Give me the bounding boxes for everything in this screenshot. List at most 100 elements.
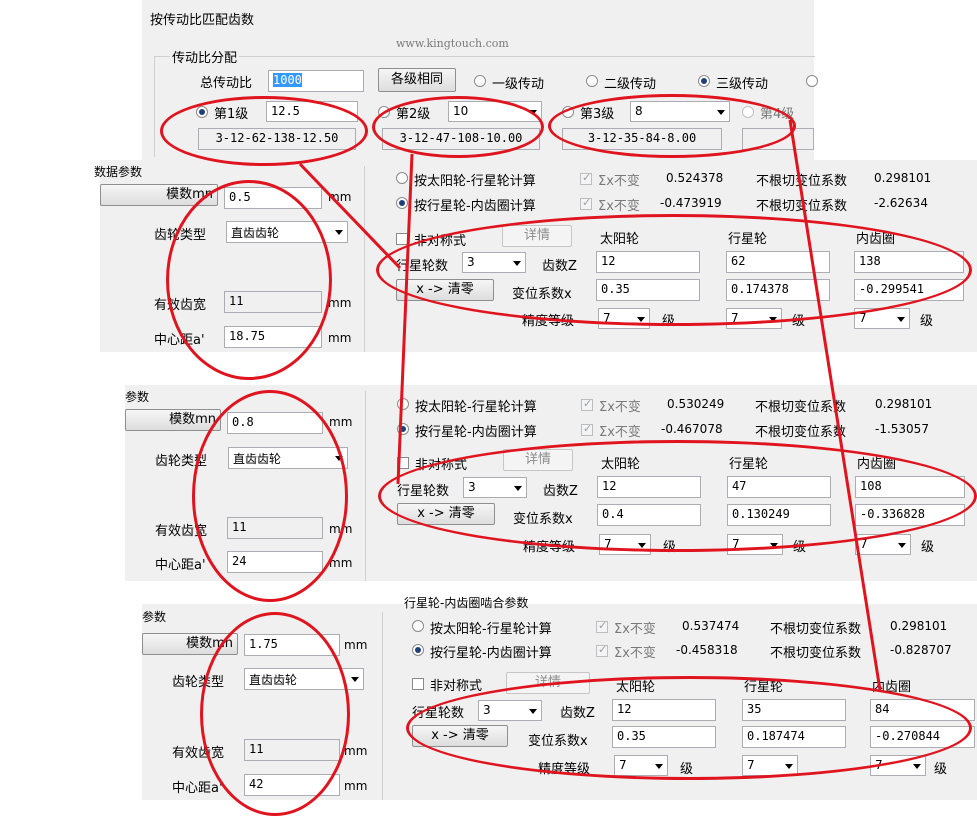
shift-label: 变位系数x [528,734,588,749]
precision-planet-combo[interactable]: 7 [726,308,782,329]
asymmetric-label[interactable]: 非对称式 [414,230,466,249]
sigma-checkbox-2[interactable] [596,643,608,657]
radio-one-stage-label[interactable]: 一级传动 [492,73,544,92]
precision-ring-combo[interactable]: 7 [855,534,911,555]
teeth-ring-input[interactable]: 138 [854,251,964,273]
radio-two-stage-label[interactable]: 二级传动 [604,73,656,92]
detail-button[interactable]: 详情 [506,672,590,694]
total-ratio-label: 总传动比 [200,76,253,91]
shift-ring-input[interactable]: -0.336828 [855,504,965,526]
precision-sun-value: 7 [603,311,611,325]
module-input[interactable]: 0.8 [227,412,323,434]
calc-sun-label[interactable]: 按太阳轮-行星轮计算 [415,396,537,415]
face-width-value: 11 [224,291,322,313]
asymmetric-label[interactable]: 非对称式 [415,454,467,473]
stage1-input[interactable]: 12.5 [266,101,358,122]
gear-type-combo[interactable]: 直齿齿轮 [228,447,348,469]
teeth-planet-input[interactable]: 62 [726,251,830,273]
shift-planet-input[interactable]: 0.187474 [742,726,846,748]
precision-ring-combo[interactable]: 7 [870,755,926,776]
planet-count-combo[interactable]: 3 [462,252,526,273]
calc-ring-radio[interactable] [412,644,424,656]
gear-type-combo[interactable]: 直齿齿轮 [244,668,364,690]
asymmetric-label[interactable]: 非对称式 [430,675,482,694]
shift-sun-input[interactable]: 0.35 [596,279,700,301]
clear-x-button[interactable]: x -> 清零 [397,503,495,525]
precision-ring-combo[interactable]: 7 [854,308,910,329]
gear-type-combo[interactable]: 直齿齿轮 [226,221,348,243]
radio-one-stage[interactable] [474,75,486,87]
teeth-planet-input[interactable]: 35 [742,699,846,721]
teeth-sun-input[interactable]: 12 [596,251,700,273]
radio-three-stage[interactable] [698,75,710,87]
sigma-checkbox-1[interactable] [581,397,593,411]
stage4-label[interactable]: 第4级 [760,103,794,122]
shift-sun-input[interactable]: 0.35 [612,726,716,748]
teeth-sun-input[interactable]: 12 [597,476,701,498]
precision-planet-combo[interactable]: 7 [742,755,798,776]
precision-sun-combo[interactable]: 7 [599,534,651,555]
module-input[interactable]: 1.75 [244,634,340,656]
clear-x-button[interactable]: x -> 清零 [412,725,508,747]
asymmetric-checkbox[interactable] [396,233,408,245]
detail-button[interactable]: 详情 [503,449,573,471]
stage4-radio[interactable] [742,106,754,118]
calc-ring-radio[interactable] [396,197,408,209]
center-distance-input[interactable]: 18.75 [224,326,322,348]
module-button[interactable]: 模数mn [125,409,221,431]
planet-count-combo[interactable]: 3 [478,700,542,721]
shift-sun-input[interactable]: 0.4 [597,504,701,526]
calc-ring-label[interactable]: 按行星轮-内齿圈计算 [430,642,552,661]
radio-three-stage-label[interactable]: 三级传动 [716,73,768,92]
radio-two-stage[interactable] [586,75,598,87]
calc-ring-radio[interactable] [397,423,409,435]
stage1-radio[interactable] [196,106,208,118]
calc-ring-label[interactable]: 按行星轮-内齿圈计算 [414,195,536,214]
calc-sun-label[interactable]: 按太阳轮-行星轮计算 [414,170,536,189]
precision-sun-combo[interactable]: 7 [614,755,668,776]
radio-four-stage[interactable] [806,75,818,87]
stage2-radio[interactable] [378,106,390,118]
calc-sun-radio[interactable] [396,172,408,184]
center-distance-input[interactable]: 24 [227,551,323,573]
shift-ring-input[interactable]: -0.270844 [870,726,975,748]
module-button[interactable]: 模数mn [142,633,238,655]
stage3-label[interactable]: 第3级 [580,103,614,122]
module-input[interactable]: 0.5 [224,187,322,209]
sigma-checkbox-1[interactable] [596,619,608,633]
asymmetric-checkbox[interactable] [397,457,409,469]
total-ratio-input[interactable]: 1000 [268,70,364,92]
calc-sun-label[interactable]: 按太阳轮-行星轮计算 [430,618,552,637]
teeth-sun-input[interactable]: 12 [612,699,716,721]
sigma-checkbox-1[interactable] [580,171,592,185]
stage2-combo[interactable]: 10 [448,101,542,122]
asymmetric-checkbox[interactable] [412,678,424,690]
center-distance-input[interactable]: 42 [244,774,340,796]
stage2-label[interactable]: 第2级 [396,103,430,122]
teeth-ring-input[interactable]: 108 [855,476,965,498]
shift-planet-input[interactable]: 0.130249 [727,504,831,526]
sigma-checkbox-2[interactable] [580,196,592,210]
same-ratio-button[interactable]: 各级相同 [378,68,456,92]
teeth-planet-input[interactable]: 47 [727,476,831,498]
detail-button[interactable]: 详情 [502,225,572,247]
module-button[interactable]: 模数mn [100,184,218,206]
clear-x-button[interactable]: x -> 清零 [396,279,494,301]
grade-label-ring: 级 [934,762,948,777]
stage3-combo[interactable]: 8 [630,101,730,122]
chevron-down-icon [335,230,343,235]
planet-count-combo[interactable]: 3 [463,477,527,498]
shift-planet-input[interactable]: 0.174378 [726,279,830,301]
calc-sun-radio[interactable] [397,398,409,410]
calc-ring-label[interactable]: 按行星轮-内齿圈计算 [415,421,537,440]
sigma-checkbox-2[interactable] [581,422,593,436]
teeth-ring-input[interactable]: 84 [870,699,975,721]
precision-planet-value: 7 [732,537,740,551]
stage1-label[interactable]: 第1级 [214,103,248,122]
precision-planet-combo[interactable]: 7 [727,534,783,555]
shift-ring-input[interactable]: -0.299541 [854,279,964,301]
precision-sun-combo[interactable]: 7 [598,308,650,329]
stage3-radio[interactable] [562,106,574,118]
calc-sun-radio[interactable] [412,620,424,632]
total-ratio-value: 1000 [273,73,302,87]
